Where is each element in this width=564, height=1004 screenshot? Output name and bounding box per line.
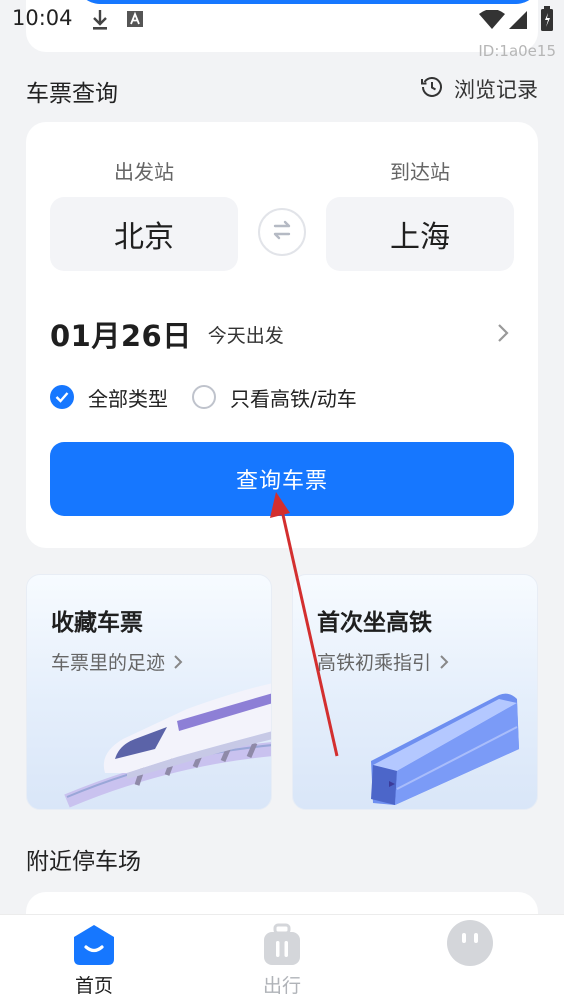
download-icon xyxy=(90,8,110,36)
departure-date-hint: 今天出发 xyxy=(207,324,284,347)
tab-travel[interactable]: 出行 xyxy=(222,915,342,1004)
from-station-selector[interactable]: 北京 xyxy=(50,197,238,271)
ticket-query-card: 出发站 到达站 北京 上海 01月26日 今天出发 全部类型 只看高铁/动车 查… xyxy=(26,122,538,548)
chevron-right-icon xyxy=(174,654,183,669)
font-a-icon xyxy=(126,10,144,32)
date-selector[interactable]: 01月26日 今天出发 xyxy=(50,314,514,354)
watermark: ID:1a0e15 xyxy=(478,42,556,60)
signal-icon xyxy=(508,10,528,34)
feature-title: 收藏车票 xyxy=(51,610,143,636)
history-button[interactable]: 浏览记录 xyxy=(420,74,538,104)
chevron-right-icon xyxy=(440,654,449,669)
chevron-right-icon xyxy=(496,322,510,348)
history-label: 浏览记录 xyxy=(454,78,538,102)
bottom-tab-bar: 首页 出行 xyxy=(0,914,564,1004)
status-bar: 10:04 xyxy=(0,0,564,52)
status-time: 10:04 xyxy=(12,6,73,30)
first-time-high-speed-card[interactable]: 首次坐高铁 高铁初乘指引 xyxy=(292,574,538,810)
home-icon xyxy=(72,923,116,967)
wifi-icon xyxy=(478,9,506,34)
suitcase-icon xyxy=(260,923,304,967)
swap-icon xyxy=(269,217,295,247)
departure-date: 01月26日 xyxy=(50,319,192,353)
tab-home[interactable]: 首页 xyxy=(34,915,154,1004)
nearby-parking-title: 附近停车场 xyxy=(26,849,141,875)
train-type-filter: 全部类型 只看高铁/动车 xyxy=(50,382,357,412)
tab-home-label: 首页 xyxy=(74,975,113,997)
top-banner-button[interactable] xyxy=(76,0,540,4)
swap-stations-button[interactable] xyxy=(258,208,306,256)
filter-high-speed-label[interactable]: 只看高铁/动车 xyxy=(230,383,357,412)
feature-title: 首次坐高铁 xyxy=(317,610,432,636)
filter-high-speed-radio[interactable] xyxy=(192,385,216,409)
favorite-tickets-card[interactable]: 收藏车票 车票里的足迹 xyxy=(26,574,272,810)
battery-icon xyxy=(540,6,554,36)
filter-all-radio[interactable] xyxy=(50,385,74,409)
smiley-face-icon xyxy=(446,919,494,967)
section-title: 车票查询 xyxy=(26,81,118,107)
high-speed-train-illustration xyxy=(64,683,271,808)
to-station-label: 到达站 xyxy=(390,160,450,184)
tab-me[interactable] xyxy=(410,915,530,1004)
from-station-value: 北京 xyxy=(114,220,174,255)
tab-travel-label: 出行 xyxy=(262,975,301,997)
history-icon xyxy=(420,75,444,104)
to-station-value: 上海 xyxy=(390,220,450,255)
filter-all-label[interactable]: 全部类型 xyxy=(88,383,168,412)
from-station-label: 出发站 xyxy=(114,160,174,184)
search-tickets-button[interactable]: 查询车票 xyxy=(50,442,514,516)
to-station-selector[interactable]: 上海 xyxy=(326,197,514,271)
guide-book-illustration xyxy=(371,693,519,805)
